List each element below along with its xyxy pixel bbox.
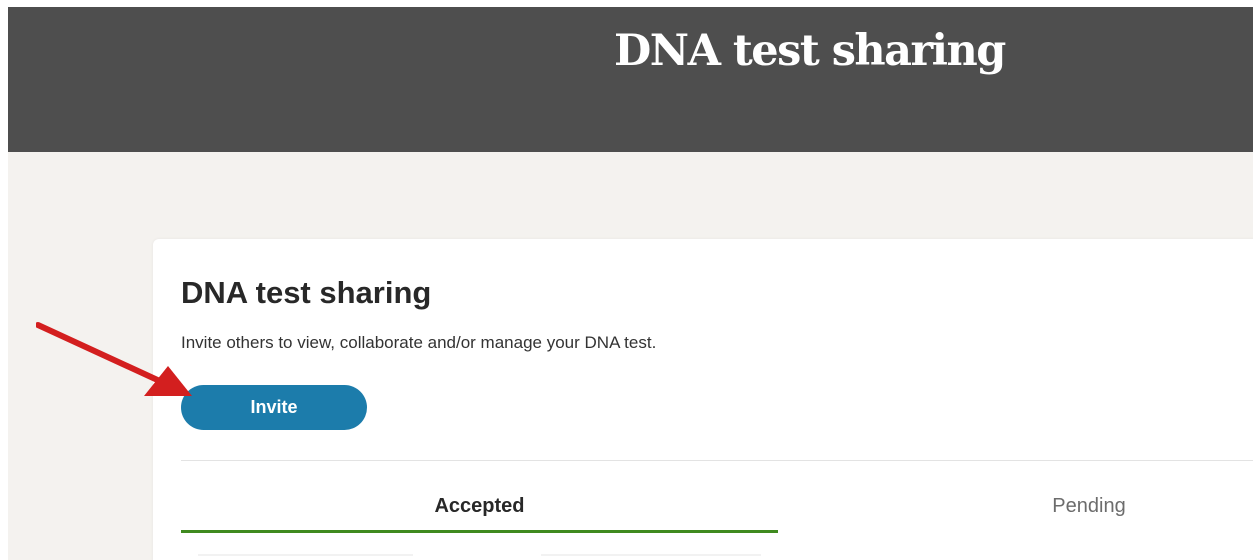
page-header: DNA test sharing: [8, 7, 1253, 152]
card-divider: [181, 460, 1253, 461]
list-placeholder: [541, 554, 761, 556]
card-title: DNA test sharing: [181, 275, 432, 310]
invite-button[interactable]: Invite: [181, 385, 367, 430]
page-frame: DNA test sharing DNA test sharing Invite…: [8, 7, 1253, 560]
tab-pending[interactable]: Pending: [791, 493, 1253, 533]
list-placeholder: [198, 554, 413, 556]
card-description: Invite others to view, collaborate and/o…: [181, 333, 657, 352]
header-title: DNA test sharing: [614, 26, 1006, 76]
sharing-card: DNA test sharing Invite others to view, …: [153, 239, 1253, 560]
tab-accepted[interactable]: Accepted: [181, 493, 778, 533]
